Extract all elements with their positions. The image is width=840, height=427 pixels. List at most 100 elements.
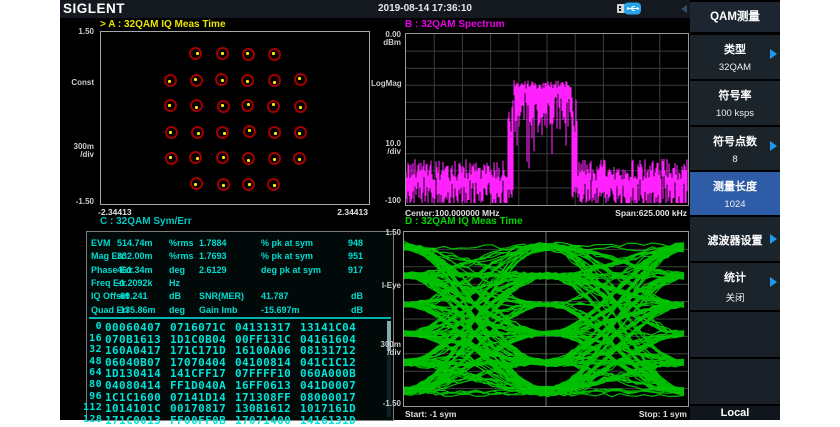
datetime-label: 2019-08-14 17:36:10 [378, 3, 472, 14]
symbol-dot [273, 184, 276, 187]
symbol-dot [273, 81, 276, 84]
measurement-cell: deg pk at sym [261, 265, 321, 275]
symbol-dot [221, 79, 224, 82]
softkey-value: 8 [690, 154, 780, 165]
constellation-points [101, 32, 369, 204]
softkey-label: 符号率 [690, 87, 780, 103]
symbol-dot [195, 106, 198, 109]
measurement-cell: -135.86m [117, 305, 156, 315]
measurement-cell: -1.2092k [117, 278, 153, 288]
symbol-dot [248, 183, 251, 186]
symbol-dot [169, 156, 172, 159]
measurement-cell: SNR(MER) [199, 291, 244, 301]
measurement-cell: %rms [169, 238, 194, 248]
constellation-point [242, 152, 255, 165]
softkey-label: 滤波器设置 [690, 232, 780, 248]
symbol-dot [168, 104, 171, 107]
quad-d-title: D : 32QAM IQ Meas Time [405, 216, 523, 227]
symbol-dot [298, 132, 301, 135]
menu-header: QAM测量 [690, 2, 780, 32]
hex-row-index: 128 [83, 414, 102, 425]
hex-row-index: 96 [83, 391, 102, 402]
constellation-point [267, 100, 280, 113]
symbol-dot [222, 184, 225, 187]
siglent-logo: SIGLENT [63, 1, 125, 16]
quad-b-min-label: -100 [373, 196, 401, 205]
softkey-value: 1024 [690, 199, 780, 210]
measurement-cell: 917 [348, 265, 363, 275]
constellation-point [164, 74, 177, 87]
symbol-dot [274, 132, 277, 135]
quad-a-xmax-label: 2.34413 [290, 207, 368, 217]
symbol-dot [298, 77, 301, 80]
local-button[interactable]: Local [690, 406, 780, 420]
measurement-cell: -69.241 [117, 291, 148, 301]
symbol-dot [168, 80, 171, 83]
constellation-point [268, 48, 281, 61]
eye-stop-label: Stop: 1 sym [610, 409, 687, 419]
softkey-1[interactable]: 类型32QAM [690, 35, 780, 79]
softkey-4[interactable]: 测量长度 1024 [690, 172, 780, 215]
symbol-dot [196, 157, 199, 160]
submenu-arrow-icon [770, 49, 777, 59]
symbol-dot [272, 52, 275, 55]
softkey-2[interactable]: 符号率 100 ksps [690, 81, 780, 125]
symbol-dot [221, 52, 224, 55]
measurement-cell: deg [169, 265, 185, 275]
measurement-cell: 948 [348, 238, 363, 248]
hex-row-index: 16 [83, 333, 102, 344]
eye-start-label: Start: -1 sym [405, 409, 457, 419]
quad-a-min-label: -1.50 [64, 197, 94, 206]
quad-c-title: C : 32QAM Sym/Err [100, 216, 192, 227]
usb-device-icon [617, 2, 641, 15]
symbol-dot [247, 103, 250, 106]
hex-row-index: 112 [83, 402, 102, 413]
constellation-point [294, 73, 307, 86]
constellation-point [190, 74, 203, 87]
symerr-panel: EVM514.74m%rms1.7884% pk at sym948Mag Er… [86, 231, 394, 421]
constellation-point [293, 152, 306, 165]
constellation-point [242, 48, 255, 61]
symbol-dot [298, 158, 301, 161]
symbol-dot [221, 104, 224, 107]
constellation-point [217, 100, 230, 113]
constellation-point [164, 99, 177, 112]
constellation-point [241, 99, 254, 112]
constellation-point [189, 47, 202, 60]
quad-d-scale-unit: /div [371, 348, 401, 357]
measurement-cell: Hz [169, 278, 180, 288]
quad-d-max-label: 1.50 [371, 228, 401, 237]
symbol-dot [272, 103, 275, 106]
quad-b-title: B : 32QAM Spectrum [405, 19, 504, 30]
panel-divider [89, 317, 391, 319]
symbol-dot [273, 158, 276, 161]
measurement-cell: dB [351, 291, 363, 301]
measurement-cell: 41.787 [261, 291, 289, 301]
softkey-value: 100 ksps [690, 108, 780, 119]
softkey-5[interactable]: 滤波器设置 [690, 217, 780, 261]
symbol-dot [246, 52, 249, 55]
measurement-cell: 1.7884 [199, 238, 227, 248]
measurement-cell: dB [169, 291, 181, 301]
softkey-empty [690, 312, 780, 357]
softkey-label: 测量长度 [690, 178, 780, 194]
measurement-cell: % pk at sym [261, 251, 313, 261]
constellation-point [294, 126, 307, 139]
submenu-arrow-icon [770, 141, 777, 151]
softkey-value: 关闭 [690, 290, 780, 304]
constellation-point [241, 74, 254, 87]
symbol-dot [247, 159, 250, 162]
hex-group: FF00FF0B [170, 414, 226, 427]
softkey-6[interactable]: 统计关闭 [690, 263, 780, 310]
softkey-value: 32QAM [690, 62, 780, 73]
hex-row-index: 0 [83, 321, 102, 332]
symbol-dot [197, 132, 200, 135]
constellation-point [191, 126, 204, 139]
quad-b-ref-unit: dBm [373, 38, 401, 47]
measurement-cell: 951 [348, 251, 363, 261]
constellation-point [242, 178, 255, 191]
softkey-3[interactable]: 符号点数8 [690, 127, 780, 170]
menu-collapse-arrow-icon[interactable] [681, 5, 687, 13]
symbol-dot [248, 129, 251, 132]
measurement-cell: -15.697m [261, 305, 300, 315]
